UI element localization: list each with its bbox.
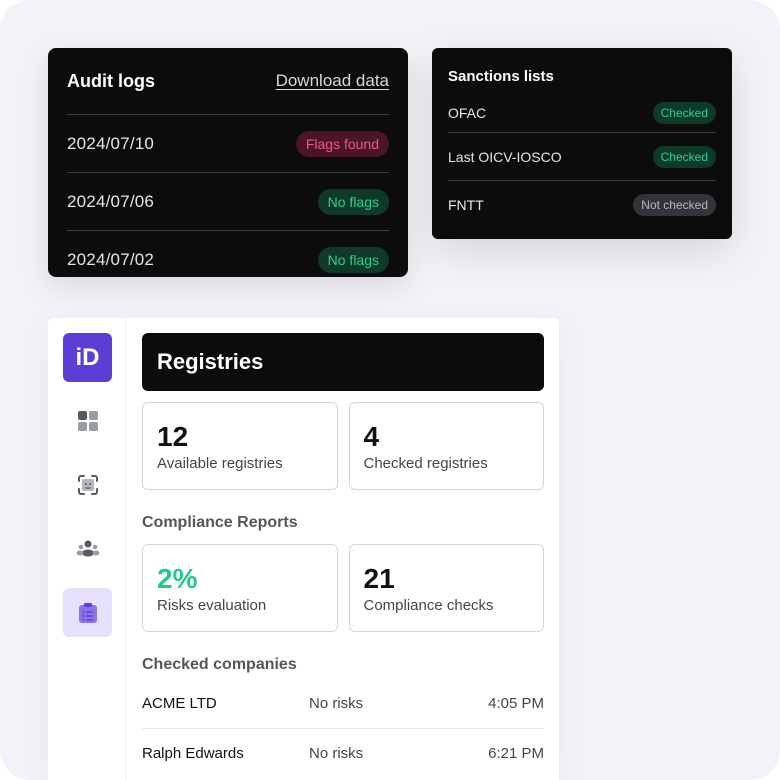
audit-log-date: 2024/07/02: [67, 249, 155, 269]
stat-value: 21: [363, 563, 395, 594]
grid-icon: [77, 410, 98, 431]
audit-logs-header: Audit logs Download data: [67, 48, 389, 114]
sidebar-item-identity[interactable]: [63, 460, 112, 509]
people-icon: [76, 540, 99, 556]
sidebar: iD: [48, 318, 126, 780]
status-badge: Checked: [652, 102, 716, 124]
stat-card-available-registries[interactable]: 12 Available registries: [142, 402, 338, 490]
stat-label: Compliance checks: [363, 597, 494, 614]
sidebar-item-people[interactable]: [63, 524, 112, 573]
company-time: 6:21 PM: [488, 745, 544, 762]
sanctions-row[interactable]: OFAC Checked: [448, 94, 716, 132]
stat-label: Available registries: [157, 455, 283, 472]
status-badge: Checked: [652, 145, 716, 168]
sidebar-item-dashboard[interactable]: [63, 396, 112, 445]
compliance-reports-title: Compliance Reports: [142, 514, 298, 531]
company-risk: No risks: [309, 745, 364, 762]
audit-log-date: 2024/07/06: [67, 191, 155, 211]
sanctions-row[interactable]: FNTT Not checked: [448, 180, 716, 228]
stat-label: Checked registries: [363, 455, 488, 472]
stat-value: 12: [157, 421, 189, 452]
registries-stats: 12 Available registries 4 Checked regist…: [142, 402, 544, 490]
company-time: 4:05 PM: [488, 694, 544, 712]
app-panel: iD Registries 12 Available registries 4 …: [48, 318, 559, 780]
compliance-stats: 2% Risks evaluation 21 Compliance checks: [142, 544, 544, 632]
audit-log-date: 2024/07/10: [67, 133, 155, 153]
status-badge: Not checked: [633, 193, 716, 216]
stat-card-checked-registries[interactable]: 4 Checked registries: [348, 402, 544, 490]
status-badge: No flags: [317, 246, 389, 273]
clipboard-icon: [78, 602, 97, 623]
sanctions-lists-card: Sanctions lists OFAC Checked Last OICV-I…: [432, 48, 732, 239]
sanctions-row[interactable]: Last OICV-IOSCO Checked: [448, 132, 716, 180]
audit-logs-title: Audit logs: [67, 70, 155, 91]
table-row[interactable]: ACME LTD No risks 4:05 PM: [142, 678, 544, 728]
stat-value: 2%: [157, 563, 198, 594]
audit-logs-card: Audit logs Download data 2024/07/10 Flag…: [48, 48, 408, 277]
face-scan-icon: [77, 474, 98, 495]
audit-log-row[interactable]: 2024/07/02 No flags: [67, 230, 389, 288]
download-data-link[interactable]: Download data: [276, 71, 389, 91]
sidebar-item-registries[interactable]: [63, 588, 112, 637]
app-logo[interactable]: iD: [63, 333, 112, 382]
stat-label: Risks evaluation: [157, 597, 267, 614]
company-name: ACME LTD: [142, 694, 217, 712]
sanctions-list-name: FNTT: [448, 196, 484, 213]
main-content: Registries 12 Available registries 4 Che…: [142, 333, 544, 778]
status-badge: Flags found: [295, 130, 389, 157]
company-name: Ralph Edwards: [142, 745, 244, 762]
stat-card-compliance-checks[interactable]: 21 Compliance checks: [348, 544, 544, 632]
audit-log-row[interactable]: 2024/07/10 Flags found: [67, 114, 389, 172]
company-risk: No risks: [309, 694, 364, 712]
page-title: Registries: [142, 333, 544, 391]
stat-card-risks-evaluation[interactable]: 2% Risks evaluation: [142, 544, 338, 632]
sanctions-list-name: Last OICV-IOSCO: [448, 148, 562, 165]
sanctions-list-name: OFAC: [448, 105, 487, 121]
table-row[interactable]: Ralph Edwards No risks 6:21 PM: [142, 728, 544, 778]
checked-companies-title: Checked companies: [142, 656, 297, 673]
audit-log-row[interactable]: 2024/07/06 No flags: [67, 172, 389, 230]
status-badge: No flags: [317, 188, 389, 215]
stat-value: 4: [363, 421, 380, 452]
